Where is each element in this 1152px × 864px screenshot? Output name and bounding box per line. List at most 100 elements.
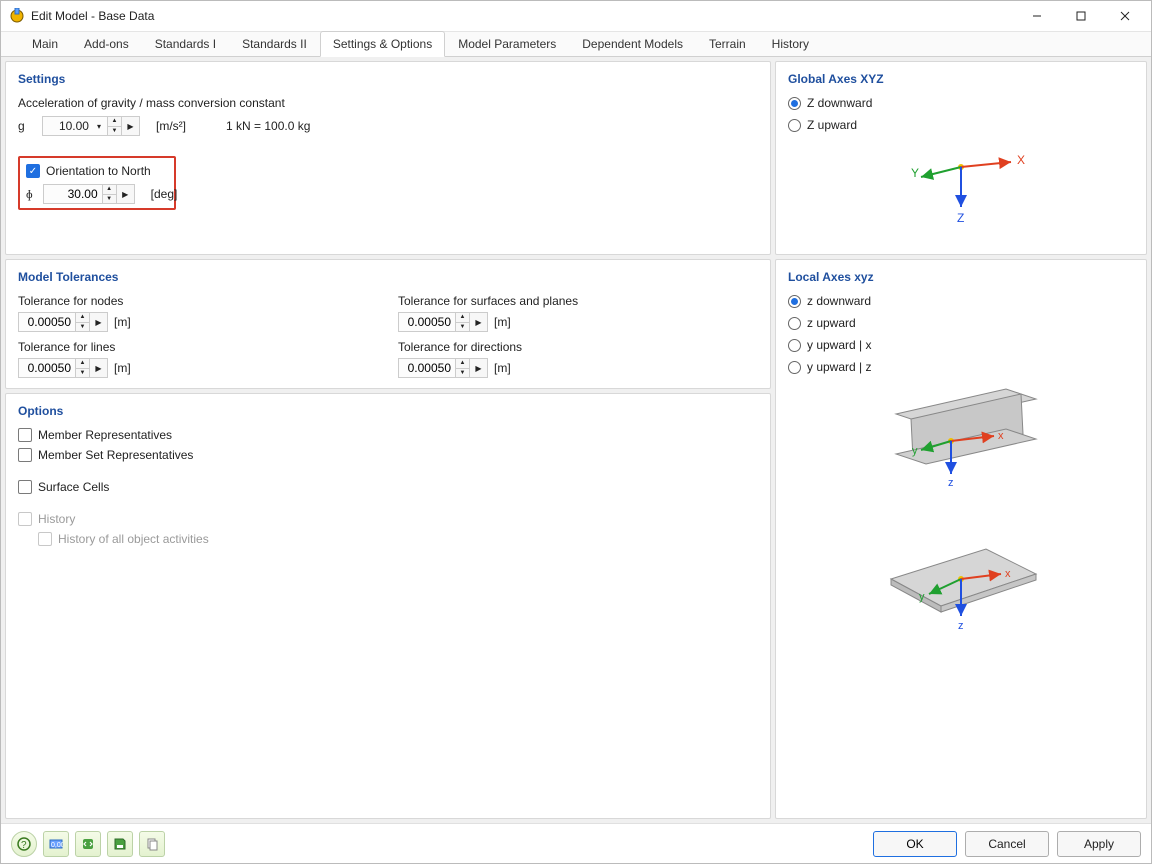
tol-lines-spinner[interactable]: ▲▼ (76, 358, 90, 378)
bottom-bar: ? 0,00 OK Cancel Apply (1, 823, 1151, 863)
tol-nodes-label: Tolerance for nodes (18, 294, 378, 308)
tab-standards-1[interactable]: Standards I (142, 31, 229, 56)
local-axes-plate-diagram: x y z (788, 534, 1134, 644)
tolerances-title: Model Tolerances (18, 270, 758, 284)
local-y-up-x-radio[interactable]: y upward | x (788, 338, 1134, 352)
member-reps-checkbox[interactable] (18, 428, 32, 442)
tol-surfaces-input[interactable] (398, 312, 456, 332)
tab-model-parameters[interactable]: Model Parameters (445, 31, 569, 56)
gravity-picker[interactable]: ▶ (122, 116, 140, 136)
copy-icon[interactable] (139, 831, 165, 857)
options-title: Options (18, 404, 758, 418)
tol-directions-spinner[interactable]: ▲▼ (456, 358, 470, 378)
local-y-up-z-radio[interactable]: y upward | z (788, 360, 1134, 374)
tab-history[interactable]: History (759, 31, 822, 56)
tol-nodes-input[interactable] (18, 312, 76, 332)
tol-directions-picker[interactable]: ▶ (470, 358, 488, 378)
tol-directions-label: Tolerance for directions (398, 340, 758, 354)
script-icon[interactable] (75, 831, 101, 857)
spin-up-icon[interactable]: ▲ (108, 117, 121, 127)
svg-text:x: x (1005, 568, 1011, 580)
help-icon[interactable]: ? (11, 831, 37, 857)
spin-down-icon[interactable]: ▼ (103, 195, 116, 204)
settings-title: Settings (18, 72, 758, 86)
svg-text:z: z (958, 620, 964, 632)
tol-surfaces-picker[interactable]: ▶ (470, 312, 488, 332)
tol-nodes-spinner[interactable]: ▲▼ (76, 312, 90, 332)
tolerances-panel: Model Tolerances Tolerance for nodes ▲▼ … (5, 259, 771, 389)
tol-unit: [m] (114, 315, 131, 329)
phi-symbol: ɸ (26, 187, 33, 202)
tol-surfaces-spinner[interactable]: ▲▼ (456, 312, 470, 332)
gravity-unit: [m/s²] (156, 119, 186, 133)
settings-panel: Settings Acceleration of gravity / mass … (5, 61, 771, 255)
chevron-down-icon: ▾ (93, 122, 105, 131)
svg-text:x: x (998, 430, 1004, 442)
tab-main[interactable]: Main (19, 31, 71, 56)
close-button[interactable] (1103, 1, 1147, 31)
surface-cells-checkbox[interactable] (18, 480, 32, 494)
svg-text:y: y (912, 445, 918, 457)
global-z-up-radio[interactable]: Z upward (788, 118, 1134, 132)
global-axes-panel: Global Axes XYZ Z downward Z upward (775, 61, 1147, 255)
local-z-down-radio[interactable]: z downward (788, 294, 1134, 308)
titlebar: Edit Model - Base Data (1, 1, 1151, 31)
orientation-picker[interactable]: ▶ (117, 184, 135, 204)
tol-lines-label: Tolerance for lines (18, 340, 378, 354)
tab-terrain[interactable]: Terrain (696, 31, 759, 56)
gravity-label: Acceleration of gravity / mass conversio… (18, 96, 758, 110)
local-axes-title: Local Axes xyz (788, 270, 1134, 284)
history-all-label: History of all object activities (58, 532, 209, 546)
tol-nodes-picker[interactable]: ▶ (90, 312, 108, 332)
gravity-note: 1 kN = 100.0 kg (226, 119, 310, 133)
gravity-spinner[interactable]: ▲ ▼ (108, 116, 122, 136)
svg-text:0,00: 0,00 (51, 842, 63, 849)
app-icon (9, 8, 25, 24)
local-z-up-radio[interactable]: z upward (788, 316, 1134, 330)
global-z-down-radio[interactable]: Z downward (788, 96, 1134, 110)
tab-settings-options[interactable]: Settings & Options (320, 31, 445, 57)
svg-text:Y: Y (911, 166, 919, 180)
g-symbol: g (18, 119, 32, 133)
tab-addons[interactable]: Add-ons (71, 31, 142, 56)
maximize-button[interactable] (1059, 1, 1103, 31)
orientation-highlight: ✓ Orientation to North ɸ ▲ ▼ (18, 156, 176, 210)
surface-cells-label: Surface Cells (38, 480, 109, 494)
svg-text:X: X (1017, 153, 1025, 167)
ok-button[interactable]: OK (873, 831, 957, 857)
tab-dependent-models[interactable]: Dependent Models (569, 31, 696, 56)
tol-directions-input[interactable] (398, 358, 456, 378)
options-panel: Options Member Representatives Member Se… (5, 393, 771, 819)
svg-text:y: y (919, 591, 925, 603)
tab-standards-2[interactable]: Standards II (229, 31, 320, 56)
tol-lines-picker[interactable]: ▶ (90, 358, 108, 378)
gravity-select[interactable]: 10.00 ▾ (42, 116, 108, 136)
save-icon[interactable] (107, 831, 133, 857)
svg-text:Z: Z (957, 211, 964, 225)
orientation-label: Orientation to North (46, 164, 151, 178)
orientation-unit: [deg] (151, 187, 178, 201)
spin-up-icon[interactable]: ▲ (103, 185, 116, 195)
orientation-spinner[interactable]: ▲ ▼ (103, 184, 117, 204)
history-checkbox (18, 512, 32, 526)
orientation-angle-input[interactable] (43, 184, 103, 204)
tol-lines-input[interactable] (18, 358, 76, 378)
orientation-checkbox[interactable]: ✓ (26, 164, 40, 178)
minimize-button[interactable] (1015, 1, 1059, 31)
local-axes-beam-diagram: x y z (788, 384, 1134, 494)
member-reps-label: Member Representatives (38, 428, 172, 442)
global-axes-diagram: X Y Z (788, 142, 1134, 232)
spin-down-icon[interactable]: ▼ (108, 127, 121, 136)
tol-surfaces-label: Tolerance for surfaces and planes (398, 294, 758, 308)
units-icon[interactable]: 0,00 (43, 831, 69, 857)
member-set-reps-checkbox[interactable] (18, 448, 32, 462)
local-axes-panel: Local Axes xyz z downward z upward y upw… (775, 259, 1147, 819)
svg-text:?: ? (21, 840, 27, 851)
apply-button[interactable]: Apply (1057, 831, 1141, 857)
cancel-button[interactable]: Cancel (965, 831, 1049, 857)
svg-text:z: z (948, 477, 954, 489)
tabstrip: Main Add-ons Standards I Standards II Se… (1, 31, 1151, 57)
window-title: Edit Model - Base Data (31, 9, 154, 23)
history-label: History (38, 512, 75, 526)
member-set-reps-label: Member Set Representatives (38, 448, 193, 462)
